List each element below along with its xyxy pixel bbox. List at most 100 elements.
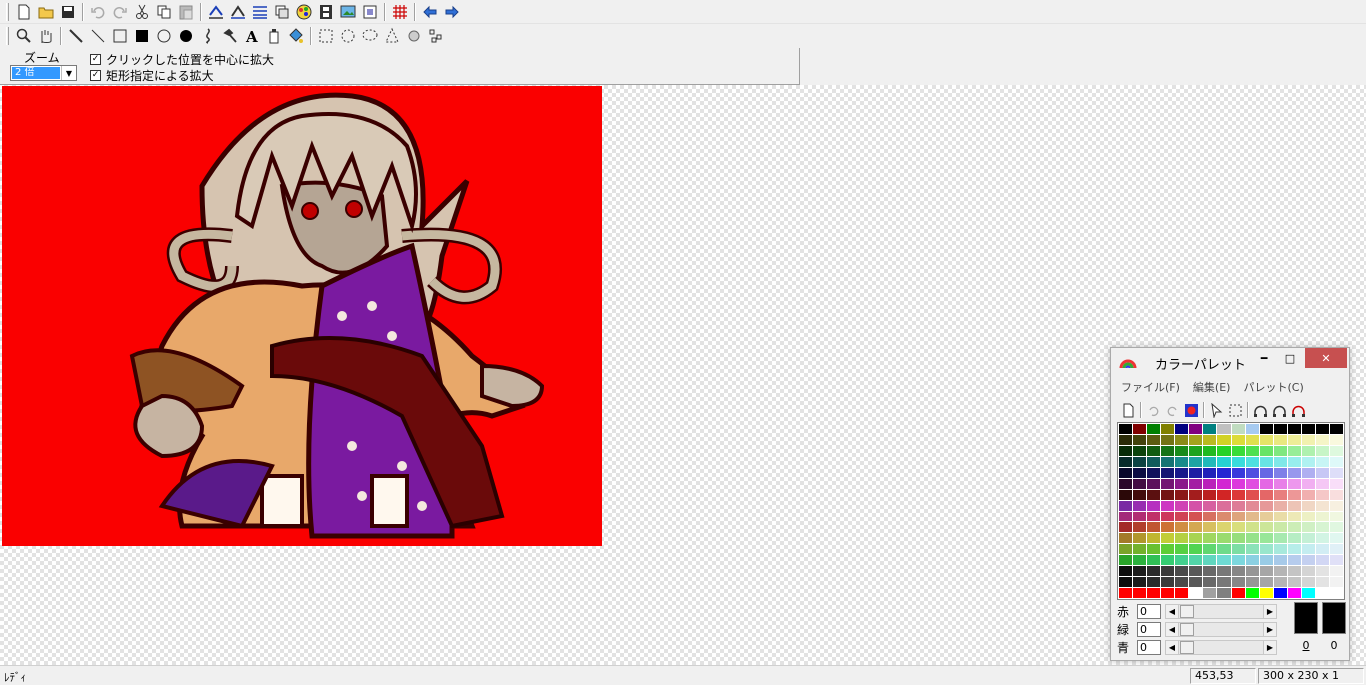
grid-icon[interactable] [389, 1, 411, 23]
palette-swatch[interactable] [1287, 577, 1301, 588]
pen-icon[interactable] [65, 25, 87, 47]
palette-swatch[interactable] [1259, 424, 1273, 434]
palette-swatch[interactable] [1133, 489, 1147, 500]
palette-swatch[interactable] [1245, 588, 1259, 598]
close-icon[interactable]: ✕ [1305, 348, 1347, 368]
palette-swatch[interactable] [1245, 424, 1259, 434]
zoom-select[interactable]: 2 倍 ▼ [10, 65, 77, 81]
palette-swatch[interactable] [1189, 456, 1203, 467]
palette-swatch[interactable] [1315, 445, 1329, 456]
palette-swatch[interactable] [1301, 424, 1315, 434]
palette-swatch[interactable] [1189, 577, 1203, 588]
palette-swatch[interactable] [1119, 522, 1133, 533]
palette-swatch[interactable] [1245, 511, 1259, 522]
palette-swatch[interactable] [1147, 544, 1161, 555]
palette-swatch[interactable] [1203, 544, 1217, 555]
palette-swatch[interactable] [1245, 544, 1259, 555]
palette-swatch[interactable] [1133, 588, 1147, 598]
palette-swatch[interactable] [1315, 424, 1329, 434]
palette-swatch[interactable] [1189, 533, 1203, 544]
palette-swatch[interactable] [1329, 566, 1343, 577]
palette-swatch[interactable] [1315, 533, 1329, 544]
gradient-1-icon[interactable] [1251, 401, 1270, 420]
palette-swatch[interactable] [1231, 566, 1245, 577]
palette-swatch[interactable] [1329, 424, 1343, 434]
pointer-icon[interactable] [1207, 401, 1226, 420]
palette-swatch[interactable] [1315, 467, 1329, 478]
palette-swatch[interactable] [1161, 522, 1175, 533]
palette-swatch[interactable] [1175, 544, 1189, 555]
palette-swatch[interactable] [1245, 555, 1259, 566]
red-slider[interactable]: ◀ ▶ [1165, 604, 1277, 619]
palette-swatch[interactable] [1329, 445, 1343, 456]
palette-swatch[interactable] [1315, 544, 1329, 555]
palette-swatch[interactable] [1329, 489, 1343, 500]
flip-icon[interactable] [205, 1, 227, 23]
palette-swatch[interactable] [1273, 445, 1287, 456]
spray-icon[interactable] [403, 25, 425, 47]
color-picker-icon[interactable] [1182, 401, 1201, 420]
redo-icon[interactable] [109, 1, 131, 23]
palette-swatch[interactable] [1329, 555, 1343, 566]
palette-swatch[interactable] [1329, 511, 1343, 522]
zoom-center-option[interactable]: ✓ クリックした位置を中心に拡大 [90, 51, 274, 68]
palette-swatch[interactable] [1161, 555, 1175, 566]
palette-swatch[interactable] [1161, 489, 1175, 500]
palette-swatch[interactable] [1273, 533, 1287, 544]
palette-swatch[interactable] [1203, 533, 1217, 544]
palette-swatch[interactable] [1203, 456, 1217, 467]
palette-swatch[interactable] [1175, 467, 1189, 478]
palette-swatch[interactable] [1189, 478, 1203, 489]
palette-swatch[interactable] [1287, 555, 1301, 566]
gradient-2-icon[interactable] [1270, 401, 1289, 420]
palette-swatch[interactable] [1217, 511, 1231, 522]
palette-swatch[interactable] [1203, 489, 1217, 500]
arrow-right-icon[interactable] [441, 1, 463, 23]
palette-swatch[interactable] [1217, 566, 1231, 577]
palette-swatch[interactable] [1287, 500, 1301, 511]
palette-swatch[interactable] [1231, 577, 1245, 588]
palette-swatch[interactable] [1217, 522, 1231, 533]
palette-swatch[interactable] [1231, 511, 1245, 522]
palette-swatch[interactable] [1329, 544, 1343, 555]
filled-circle-icon[interactable] [175, 25, 197, 47]
palette-swatch[interactable] [1161, 445, 1175, 456]
palette-swatch[interactable] [1133, 511, 1147, 522]
copy-icon[interactable] [153, 1, 175, 23]
palette-swatch[interactable] [1203, 500, 1217, 511]
palette-swatch[interactable] [1119, 434, 1133, 445]
arrow-right-icon[interactable]: ▶ [1263, 605, 1276, 618]
palette-swatch[interactable] [1189, 566, 1203, 577]
palette-swatch[interactable] [1315, 434, 1329, 445]
palette-swatch[interactable] [1329, 522, 1343, 533]
new-file-icon[interactable] [13, 1, 35, 23]
palette-swatch[interactable] [1175, 500, 1189, 511]
save-icon[interactable] [57, 1, 79, 23]
curve-icon[interactable] [197, 25, 219, 47]
palette-swatch[interactable] [1133, 533, 1147, 544]
palette-swatch[interactable] [1203, 478, 1217, 489]
palette-swatch[interactable] [1203, 588, 1217, 598]
palette-swatch[interactable] [1273, 577, 1287, 588]
palette-swatch[interactable] [1175, 577, 1189, 588]
palette-swatch[interactable] [1245, 445, 1259, 456]
palette-swatch[interactable] [1273, 467, 1287, 478]
palette-swatch[interactable] [1175, 533, 1189, 544]
slider-thumb[interactable] [1180, 641, 1194, 654]
fill-icon[interactable] [285, 25, 307, 47]
palette-swatch[interactable] [1161, 424, 1175, 434]
palette-swatch[interactable] [1259, 588, 1273, 598]
palette-swatch[interactable] [1147, 566, 1161, 577]
palette-swatch[interactable] [1231, 434, 1245, 445]
palette-swatch[interactable] [1119, 544, 1133, 555]
palette-swatch[interactable] [1175, 522, 1189, 533]
hand-icon[interactable] [35, 25, 57, 47]
redo-icon[interactable] [1163, 401, 1182, 420]
slider-thumb[interactable] [1180, 623, 1194, 636]
palette-swatch[interactable] [1329, 478, 1343, 489]
open-folder-icon[interactable] [35, 1, 57, 23]
palette-swatch[interactable] [1245, 522, 1259, 533]
bucket-icon[interactable] [263, 25, 285, 47]
palette-swatch[interactable] [1315, 555, 1329, 566]
palette-swatch[interactable] [1175, 588, 1189, 598]
